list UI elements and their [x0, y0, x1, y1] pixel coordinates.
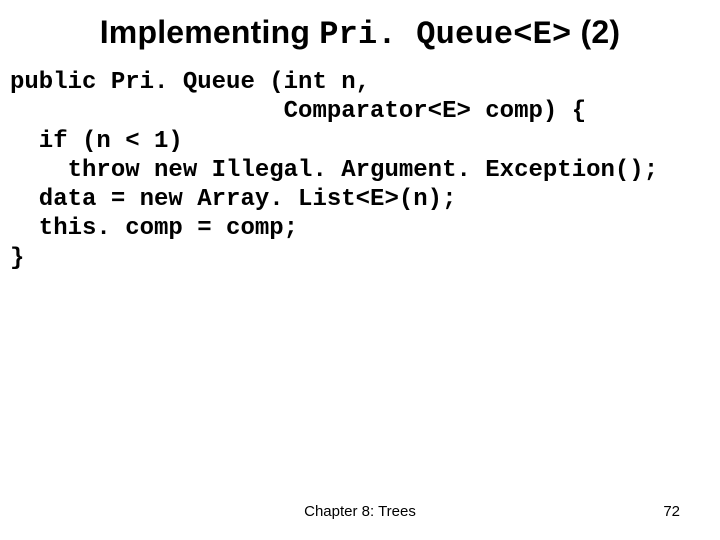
footer-page-number: 72 — [663, 503, 680, 520]
code-line-6: this. comp = comp; — [10, 215, 298, 242]
title-mono: Pri. Queue<E> — [319, 16, 571, 53]
code-line-5: data = new Array. List<E>(n); — [10, 186, 456, 213]
code-line-2: Comparator<E> comp) { — [10, 98, 586, 125]
title-suffix: (2) — [571, 14, 620, 50]
code-line-4: throw new Illegal. Argument. Exception()… — [10, 157, 658, 184]
footer-chapter: Chapter 8: Trees — [0, 503, 720, 520]
code-line-7: } — [10, 245, 24, 272]
code-line-1: public Pri. Queue (int n, — [10, 69, 370, 96]
slide: Implementing Pri. Queue<E> (2) public Pr… — [0, 0, 720, 540]
title-prefix: Implementing — [100, 14, 320, 50]
code-line-3: if (n < 1) — [10, 128, 183, 155]
code-block: public Pri. Queue (int n, Comparator<E> … — [10, 68, 710, 273]
slide-title: Implementing Pri. Queue<E> (2) — [0, 14, 720, 53]
